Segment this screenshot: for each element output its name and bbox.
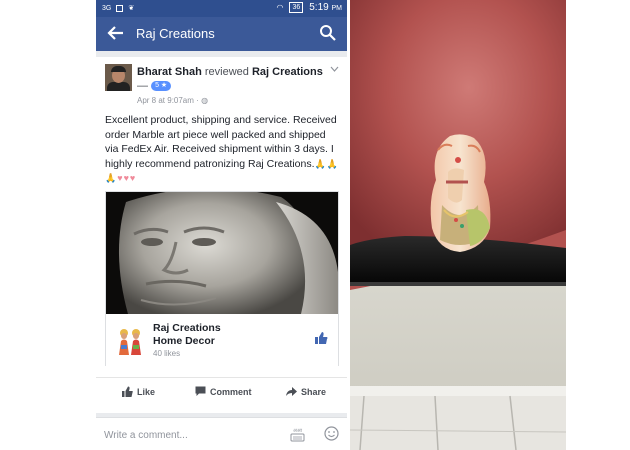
review-post: Bharat Shah reviewed Raj Creations — 5 ★…	[96, 57, 347, 413]
leaf-notification-icon: ❦	[128, 5, 135, 12]
thumbs-up-icon	[122, 386, 133, 397]
reviewed-page-name[interactable]: Raj Creations	[252, 66, 323, 78]
comment-button[interactable]: Comment	[195, 386, 252, 397]
post-text: Excellent product, shipping and service.…	[105, 113, 341, 186]
battery-level: 36	[289, 2, 304, 13]
hearts-emoji: ♥♥♥	[117, 173, 137, 183]
page-category: Home Decor	[153, 335, 215, 347]
header-separator: —	[137, 80, 148, 92]
comment-icon	[195, 386, 206, 396]
image-notification-icon	[116, 4, 124, 12]
facebook-screenshot: 3G ❦ ◠ 36 5:19 PM Raj Creations Bharat S…	[96, 0, 347, 450]
network-label: 3G	[102, 4, 112, 12]
clock: 5:19 PM	[309, 2, 342, 13]
page-cover-image	[106, 192, 338, 314]
like-page-icon[interactable]	[314, 331, 328, 345]
meta-dot: ·	[196, 96, 199, 105]
page-name[interactable]: Raj Creations	[153, 322, 221, 334]
page-logo-icon	[115, 325, 145, 355]
like-button[interactable]: Like	[122, 386, 155, 397]
post-actions: Like Comment Share	[96, 377, 347, 406]
page-info: Raj Creations Home Decor 40 likes	[106, 314, 338, 366]
post-action: reviewed	[204, 66, 249, 78]
app-bar: Raj Creations	[96, 17, 347, 51]
back-arrow-icon[interactable]	[106, 23, 126, 43]
like-label: Like	[137, 386, 156, 397]
status-bar: 3G ❦ ◠ 36 5:19 PM	[96, 0, 347, 17]
keyboard-language-icon[interactable]: अआ	[290, 426, 305, 442]
emoji-icon[interactable]	[324, 426, 339, 441]
chevron-down-icon[interactable]	[330, 66, 339, 72]
share-arrow-icon	[286, 387, 297, 396]
share-button[interactable]: Share	[286, 386, 326, 397]
post-date[interactable]: Apr 8 at 9:07am	[137, 96, 194, 105]
page-title: Raj Creations	[136, 26, 215, 41]
comment-label: Comment	[210, 386, 252, 397]
avatar[interactable]	[105, 64, 132, 91]
page-like-count: 40 likes	[153, 349, 181, 358]
author-name[interactable]: Bharat Shah	[137, 66, 202, 78]
post-header: Bharat Shah reviewed Raj Creations — 5 ★	[137, 65, 327, 93]
comment-input[interactable]	[102, 425, 276, 445]
comment-composer: अआ	[96, 417, 347, 450]
search-icon[interactable]	[319, 24, 337, 42]
share-label: Share	[301, 386, 327, 397]
post-body: Excellent product, shipping and service.…	[105, 114, 337, 170]
page-link-card[interactable]: Raj Creations Home Decor 40 likes	[105, 191, 339, 366]
wifi-icon: ◠	[276, 3, 284, 12]
svg-text:अआ: अआ	[293, 428, 303, 434]
rating-badge: 5 ★	[151, 81, 172, 92]
globe-icon: ◍	[201, 96, 209, 105]
product-photo	[350, 0, 566, 450]
post-meta: Apr 8 at 9:07am · ◍	[137, 96, 208, 105]
